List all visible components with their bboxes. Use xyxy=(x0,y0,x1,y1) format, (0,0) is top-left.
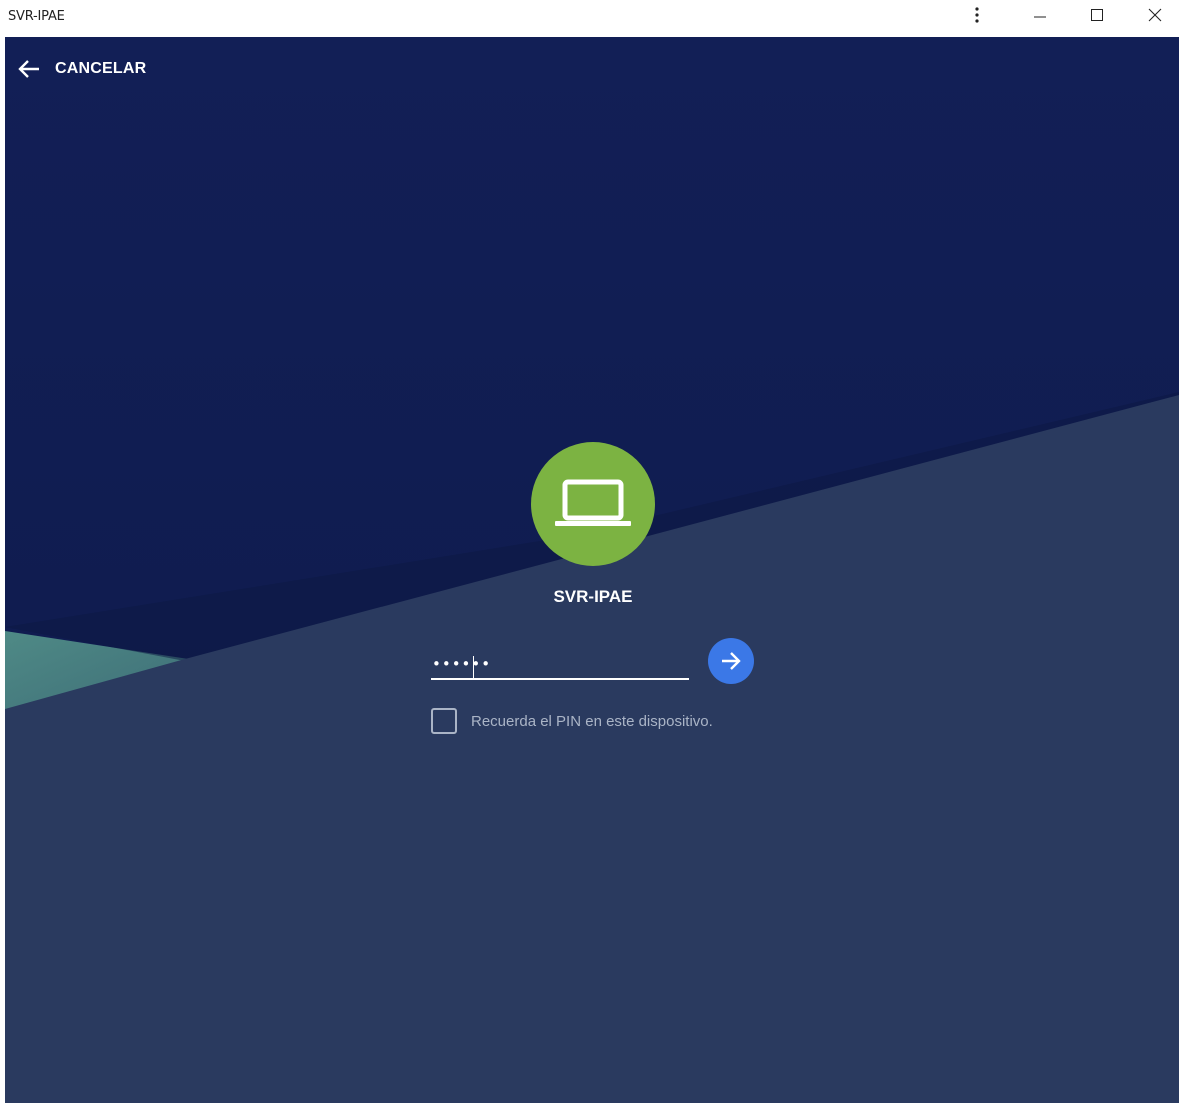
remember-pin-checkbox[interactable]: Recuerda el PIN en este dispositivo. xyxy=(431,708,713,734)
close-button[interactable] xyxy=(1135,0,1175,30)
remember-pin-label: Recuerda el PIN en este dispositivo. xyxy=(471,712,713,730)
minimize-icon xyxy=(1034,16,1046,18)
more-options-button[interactable] xyxy=(957,0,997,30)
background-art xyxy=(5,37,1179,1103)
pin-input[interactable] xyxy=(431,650,689,680)
login-screen: CANCELAR SVR-IPAE Recuerda el PIN en est… xyxy=(5,37,1179,1103)
cancel-label: CANCELAR xyxy=(55,60,147,77)
host-avatar xyxy=(531,442,655,566)
arrow-left-icon xyxy=(18,60,39,78)
checkbox-box[interactable] xyxy=(431,708,457,734)
more-vert-icon xyxy=(975,7,979,23)
pin-field[interactable] xyxy=(431,642,689,682)
laptop-icon xyxy=(555,479,631,526)
title-bar[interactable]: SVR-IPAE xyxy=(5,0,1179,37)
app-window: SVR-IPAE CANCELAR SVR-IPAE •••••• Recuer… xyxy=(5,0,1179,1103)
host-name: SVR-IPAE xyxy=(553,587,633,606)
maximize-icon xyxy=(1091,9,1103,21)
close-icon xyxy=(1148,8,1162,22)
cancel-button[interactable]: CANCELAR xyxy=(17,56,146,82)
window-title: SVR-IPAE xyxy=(8,9,65,24)
text-cursor xyxy=(473,656,474,678)
maximize-button[interactable] xyxy=(1077,0,1117,30)
minimize-button[interactable] xyxy=(1020,0,1060,30)
submit-pin-button[interactable] xyxy=(708,638,754,684)
arrow-right-icon xyxy=(722,652,741,670)
